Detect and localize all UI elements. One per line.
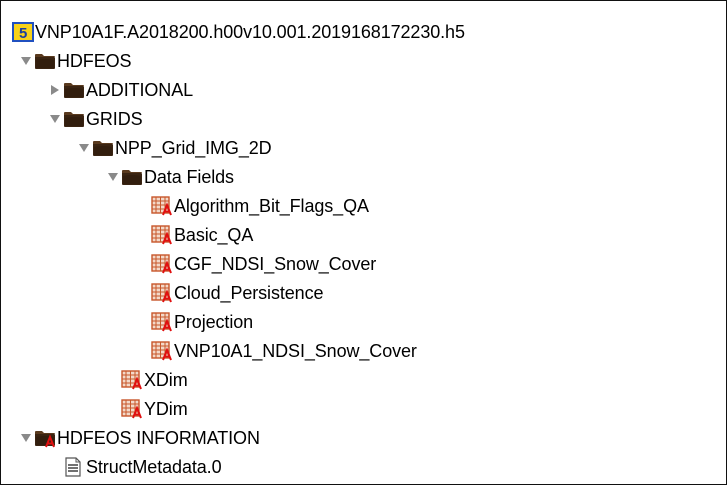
tree-row-dataset[interactable]: Cloud_Persistence — [1, 278, 726, 307]
group-label: NPP_Grid_IMG_2D — [115, 137, 272, 158]
disclosure-expanded-icon[interactable] — [77, 141, 91, 155]
text-document-icon — [63, 456, 85, 477]
svg-text:5: 5 — [19, 25, 27, 42]
dataset-icon — [151, 254, 173, 274]
dataset-icon — [121, 370, 143, 390]
disclosure-expanded-icon[interactable] — [106, 170, 120, 184]
dataset-icon — [151, 283, 173, 303]
tree-row-dataset[interactable]: Algorithm_Bit_Flags_QA — [1, 191, 726, 220]
dataset-icon — [151, 196, 173, 216]
disclosure-expanded-icon[interactable] — [19, 431, 33, 445]
tree-row-dataset[interactable]: Basic_QA — [1, 220, 726, 249]
disclosure-expanded-icon[interactable] — [19, 54, 33, 68]
group-label: HDFEOS INFORMATION — [57, 427, 260, 448]
tree-row-dataset[interactable]: Projection — [1, 307, 726, 336]
file-tree: 5 VNP10A1F.A2018200.h00v10.001.201916817… — [1, 17, 726, 481]
disclosure-expanded-icon[interactable] — [48, 112, 62, 126]
group-label: ADDITIONAL — [86, 79, 194, 100]
tree-row-xdim[interactable]: XDim — [1, 365, 726, 394]
group-label: GRIDS — [86, 108, 143, 129]
dataset-label: CGF_NDSI_Snow_Cover — [174, 253, 377, 274]
tree-row-hdfeos-information[interactable]: HDFEOS INFORMATION — [1, 423, 726, 452]
folder-icon — [92, 138, 114, 158]
hdf-tree-panel: 5 VNP10A1F.A2018200.h00v10.001.201916817… — [0, 0, 727, 485]
tree-row-root-file[interactable]: 5 VNP10A1F.A2018200.h00v10.001.201916817… — [1, 17, 726, 46]
root-file-label: VNP10A1F.A2018200.h00v10.001.20191681722… — [35, 21, 465, 42]
dataset-label: YDim — [144, 398, 188, 419]
tree-row-additional[interactable]: ADDITIONAL — [1, 75, 726, 104]
tree-row-dataset[interactable]: VNP10A1_NDSI_Snow_Cover — [1, 336, 726, 365]
folder-attribute-icon — [34, 428, 56, 448]
folder-icon — [34, 51, 56, 71]
dataset-label: VNP10A1_NDSI_Snow_Cover — [174, 340, 417, 361]
group-label: Data Fields — [144, 166, 234, 187]
dataset-label: StructMetadata.0 — [86, 456, 222, 477]
group-label: HDFEOS — [57, 50, 132, 71]
dataset-label: Basic_QA — [174, 224, 254, 245]
dataset-icon — [151, 341, 173, 361]
folder-icon — [63, 109, 85, 129]
dataset-label: Projection — [174, 311, 254, 332]
tree-row-grids[interactable]: GRIDS — [1, 104, 726, 133]
hdf5-file-icon: 5 — [12, 21, 34, 42]
tree-row-dataset[interactable]: CGF_NDSI_Snow_Cover — [1, 249, 726, 278]
disclosure-collapsed-icon[interactable] — [48, 83, 62, 97]
tree-row-hdfeos[interactable]: HDFEOS — [1, 46, 726, 75]
folder-icon — [121, 167, 143, 187]
dataset-icon — [151, 312, 173, 332]
dataset-icon — [151, 225, 173, 245]
dataset-label: XDim — [144, 369, 188, 390]
dataset-label: Algorithm_Bit_Flags_QA — [174, 195, 369, 216]
folder-icon — [63, 80, 85, 100]
tree-row-struct-metadata[interactable]: StructMetadata.0 — [1, 452, 726, 481]
dataset-icon — [121, 399, 143, 419]
tree-row-npp-grid[interactable]: NPP_Grid_IMG_2D — [1, 133, 726, 162]
dataset-label: Cloud_Persistence — [174, 282, 324, 303]
tree-row-ydim[interactable]: YDim — [1, 394, 726, 423]
tree-row-data-fields[interactable]: Data Fields — [1, 162, 726, 191]
